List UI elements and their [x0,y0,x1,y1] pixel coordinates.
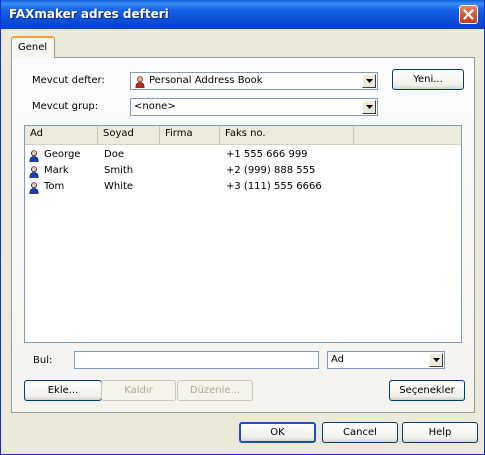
chevron-down-icon [366,79,373,83]
person-icon [29,182,39,194]
find-field-dropdown[interactable] [429,353,443,367]
column-header-empty [354,126,461,144]
options-button[interactable]: Seçenekler [389,380,465,401]
contact-last-name: Smith [104,165,134,176]
close-icon [463,9,474,20]
current-group-label: Mevcut grup: [32,101,99,112]
current-book-value: Personal Address Book [149,75,263,86]
find-label: Bul: [33,355,53,366]
address-book-dialog: FAXmaker adres defteri Genel Mevcut deft… [0,0,485,455]
new-button[interactable]: Yeni... [392,69,464,90]
window-title: FAXmaker adres defteri [9,7,169,21]
contacts-list[interactable]: Ad Soyad Firma Faks no. George Doe +1 55… [24,125,462,343]
contact-first-name: George [44,149,81,160]
chevron-down-icon [433,358,440,362]
current-group-value: <none> [134,101,176,112]
current-book-label: Mevcut defter: [32,75,105,86]
tab-genel-label: Genel [18,42,48,53]
table-row[interactable]: Mark Smith +2 (999) 888 555 [25,164,461,180]
person-icon [29,166,39,178]
current-group-dropdown[interactable] [362,100,376,114]
column-header-soyad[interactable]: Soyad [98,126,160,144]
contact-last-name: Doe [104,149,124,160]
contact-fax: +2 (999) 888 555 [226,165,316,176]
table-row[interactable]: Tom White +3 (111) 555 6666 [25,180,461,196]
chevron-down-icon [366,105,373,109]
contact-fax: +3 (111) 555 6666 [226,181,322,192]
edit-button[interactable]: Düzenle... [177,380,253,401]
cancel-button[interactable]: Cancel [322,422,398,443]
add-button[interactable]: Ekle... [24,380,102,401]
current-group-select[interactable]: <none> [130,98,378,116]
ok-button[interactable]: OK [239,422,316,443]
list-header: Ad Soyad Firma Faks no. [25,126,461,145]
table-row[interactable]: George Doe +1 555 666 999 [25,148,461,164]
tab-genel[interactable]: Genel [11,36,55,58]
current-book-select[interactable]: Personal Address Book [130,72,378,90]
contact-fax: +1 555 666 999 [226,149,308,160]
help-button[interactable]: Help [402,422,478,443]
find-field-select[interactable]: Ad [327,351,445,369]
column-header-firma[interactable]: Firma [160,126,220,144]
contact-first-name: Mark [44,165,69,176]
contact-last-name: White [104,181,134,192]
person-icon [29,150,39,162]
remove-button[interactable]: Kaldır [101,380,176,401]
title-bar[interactable]: FAXmaker adres defteri [1,0,484,29]
find-field-value: Ad [331,354,345,365]
current-book-dropdown[interactable] [362,74,376,88]
contact-first-name: Tom [44,181,65,192]
column-header-faks-no[interactable]: Faks no. [220,126,354,144]
find-input[interactable] [74,351,319,369]
address-book-icon [135,76,145,88]
column-header-ad[interactable]: Ad [25,126,98,144]
close-button[interactable] [459,5,478,24]
